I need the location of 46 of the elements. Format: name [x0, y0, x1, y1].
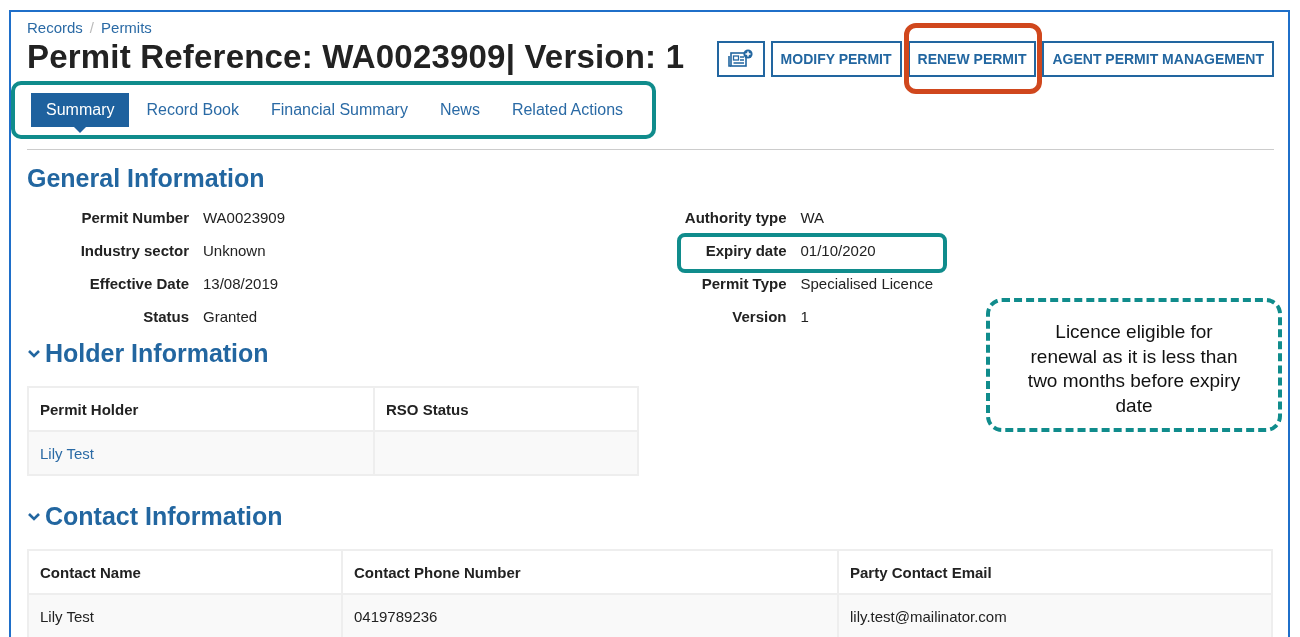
tab[interactable]: Summary [31, 93, 130, 127]
field-value: 01/10/2020 [800, 242, 876, 259]
field-label: Expiry date [704, 242, 787, 259]
field-value: Specialised Licence [800, 275, 934, 292]
tab[interactable]: News [424, 93, 495, 127]
field-label: Version [731, 308, 787, 325]
column-header: Party Contact Email [838, 550, 1272, 594]
field-value: WA0023909 [203, 209, 285, 226]
chevron-icon[interactable] [27, 511, 41, 522]
tab[interactable]: Financial Summary [255, 93, 423, 127]
action-button[interactable]: AGENT PERMIT MANAGEMENT [1042, 41, 1274, 77]
field-value: WA [800, 209, 825, 226]
field-label: Permit Number [80, 209, 189, 226]
table-cell: 0419789236 [342, 594, 838, 637]
breadcrumb-link[interactable]: Permits [101, 19, 152, 36]
field-label: Authority type [683, 209, 787, 226]
tab[interactable]: Related Actions [496, 93, 639, 127]
holder-link[interactable]: Lily Test [40, 444, 94, 462]
callout-note: Licence eligible for renewal as it is less than two months before expiry date [986, 298, 1282, 432]
page-title: Permit Reference: WA0023909| Version: 1 [27, 38, 685, 76]
section-heading: Contact Information [45, 502, 283, 531]
column-header: RSO Status [374, 387, 638, 431]
section-heading: Holder Information [45, 339, 269, 368]
newspaper-plus-icon [727, 49, 754, 69]
column-header: Contact Name [28, 550, 342, 594]
breadcrumb-separator: / [89, 19, 95, 36]
field-value: Granted [203, 308, 258, 325]
field-value: 1 [800, 308, 809, 325]
table-cell: Lily Test [28, 594, 342, 637]
tab[interactable]: Record Book [131, 93, 254, 127]
chevron-icon[interactable] [27, 348, 41, 359]
field-label: Permit Type [700, 275, 787, 292]
breadcrumb-link[interactable]: Records [27, 19, 83, 36]
tab-pointer [74, 127, 87, 133]
table-cell: lily.test@mailinator.com [838, 594, 1272, 637]
section-heading: General Information [27, 164, 266, 193]
field-label: Industry sector [79, 242, 189, 259]
field-value: Unknown [203, 242, 266, 259]
column-header: Permit Holder [28, 387, 374, 431]
field-label: Effective Date [88, 275, 189, 292]
action-button[interactable]: RENEW PERMIT [907, 41, 1037, 77]
action-button[interactable]: MODIFY PERMIT [770, 41, 902, 77]
field-label: Status [142, 308, 189, 325]
add-document-button[interactable] [716, 41, 765, 77]
field-value: 13/08/2019 [203, 275, 279, 292]
column-header: Contact Phone Number [342, 550, 838, 594]
